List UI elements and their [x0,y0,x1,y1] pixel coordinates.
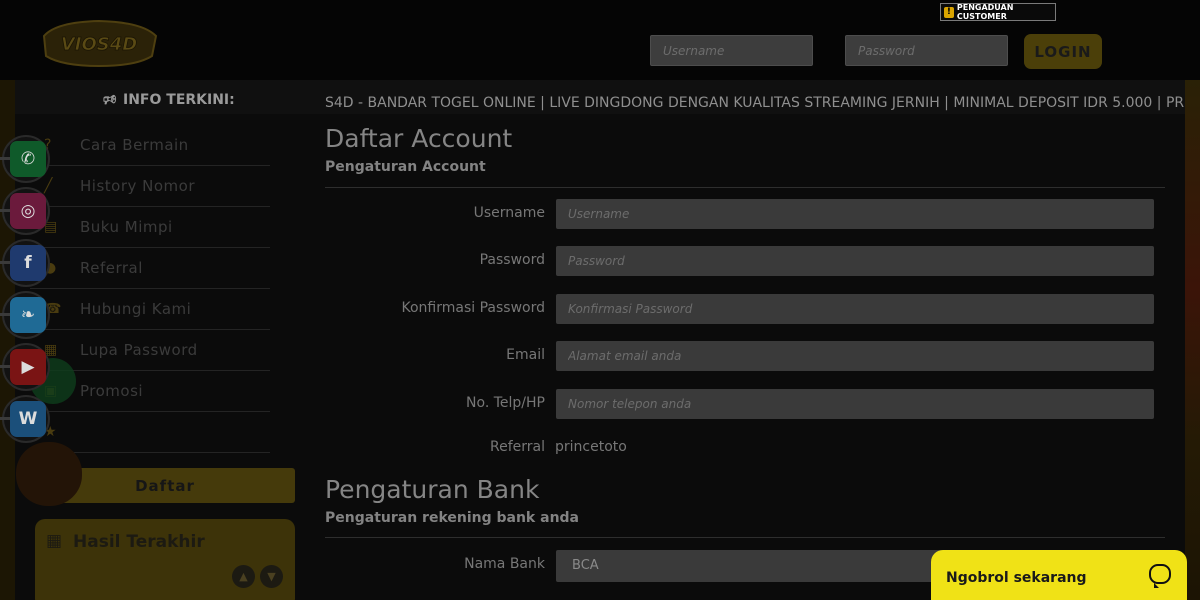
hasil-title: Hasil Terakhir [73,532,205,552]
phone-row: No. Telp/HP [325,389,1165,421]
phone-label: No. Telp/HP [466,395,545,411]
social-facebook[interactable]: f [0,237,54,289]
site-logo[interactable]: VIOS4D [36,18,162,68]
sidebar-item-label: Referral [80,259,143,277]
phone-field[interactable] [556,389,1154,419]
megaphone-icon: 🕫 [103,92,117,108]
email-field[interactable] [556,341,1154,371]
sidebar-menu: ? Cara Bermain ╱ History Nomor ▤ Buku Mi… [30,125,270,453]
chevron-down-icon[interactable]: ▼ [260,565,283,588]
chat-label: Ngobrol sekarang [946,569,1087,586]
divider [325,187,1165,188]
social-wordpress[interactable]: W [0,393,54,445]
bank-subtitle: Pengaturan rekening bank anda [325,510,580,526]
confirm-password-label: Konfirmasi Password [401,300,546,316]
password-label: Password [479,252,545,268]
sidebar-item-label: Hubungi Kami [80,300,192,318]
site-header: VIOS4D ! PENGADUAN CUSTOMER LOGIN [0,0,1200,80]
sidebar-item-buku-mimpi[interactable]: ▤ Buku Mimpi [30,207,270,248]
email-label: Email [506,347,545,363]
social-links: ✆ ◎ f ❧ ▶ W [0,133,54,445]
logo-text: VIOS4D [61,34,137,55]
chevron-up-icon[interactable]: ▲ [232,565,255,588]
account-subtitle: Pengaturan Account [325,159,486,175]
account-title: Daftar Account [325,124,513,153]
alert-icon: ! [944,6,954,18]
news-marquee: S4D - BANDAR TOGEL ONLINE | LIVE DINGDON… [325,95,1185,111]
sidebar-item-label: History Nomor [80,177,195,195]
header-username-input[interactable] [650,35,813,66]
header-password-input[interactable] [845,35,1008,66]
social-youtube[interactable]: ▶ [0,341,54,393]
social-instagram[interactable]: ◎ [0,185,54,237]
bank-name-label: Nama Bank [464,556,545,572]
chat-bubble-icon [1149,564,1171,588]
wordpress-icon: W [10,401,46,437]
sidebar-item-label: Buku Mimpi [80,218,173,236]
decorative-emblem [16,442,82,506]
confirm-password-row: Konfirmasi Password [325,294,1165,326]
live-chat-widget[interactable]: Ngobrol sekarang [931,550,1187,600]
username-field[interactable] [556,199,1154,229]
divider [325,537,1165,538]
referral-label: Referral [490,439,545,455]
sidebar-item-hubungi-kami[interactable]: ☎ Hubungi Kami [30,289,270,330]
sidebar-item-label: Lupa Password [80,341,198,359]
email-row: Email [325,341,1165,373]
facebook-icon: f [10,245,46,281]
hasil-terakhir-panel: ▦ Hasil Terakhir ▲ ▼ [35,519,295,600]
background-right-strip [1185,80,1200,600]
password-row: Password [325,246,1165,278]
login-button[interactable]: LOGIN [1024,34,1102,69]
sidebar-item-label: Cara Bermain [80,136,189,154]
confirm-password-field[interactable] [556,294,1154,324]
complaint-label: PENGADUAN CUSTOMER [956,3,1014,21]
info-label-text: INFO TERKINI: [123,92,235,108]
username-row: Username [325,199,1165,231]
referral-value: princetoto [555,439,627,455]
info-bar: 🕫 INFO TERKINI: S4D - BANDAR TOGEL ONLINE… [15,80,1185,114]
whatsapp-icon: ✆ [10,141,46,177]
sidebar-item-history-nomor[interactable]: ╱ History Nomor [30,166,270,207]
info-label: 🕫 INFO TERKINI: [103,89,235,113]
instagram-icon: ◎ [10,193,46,229]
registration-form: Daftar Account Pengaturan Account Userna… [325,118,1165,600]
social-twitter[interactable]: ❧ [0,289,54,341]
sidebar-item-referral[interactable]: ● Referral [30,248,270,289]
username-label: Username [473,205,545,221]
bank-title: Pengaturan Bank [325,475,540,504]
complaint-button[interactable]: ! PENGADUAN CUSTOMER [940,3,1056,21]
sidebar-item-cara-bermain[interactable]: ? Cara Bermain [30,125,270,166]
youtube-icon: ▶ [10,349,46,385]
twitter-icon: ❧ [10,297,46,333]
social-whatsapp[interactable]: ✆ [0,133,54,185]
sidebar-item-label: Promosi [80,382,144,400]
password-field[interactable] [556,246,1154,276]
referral-row: Referral princetoto [325,433,1165,465]
calendar-icon: ▦ [46,531,63,551]
